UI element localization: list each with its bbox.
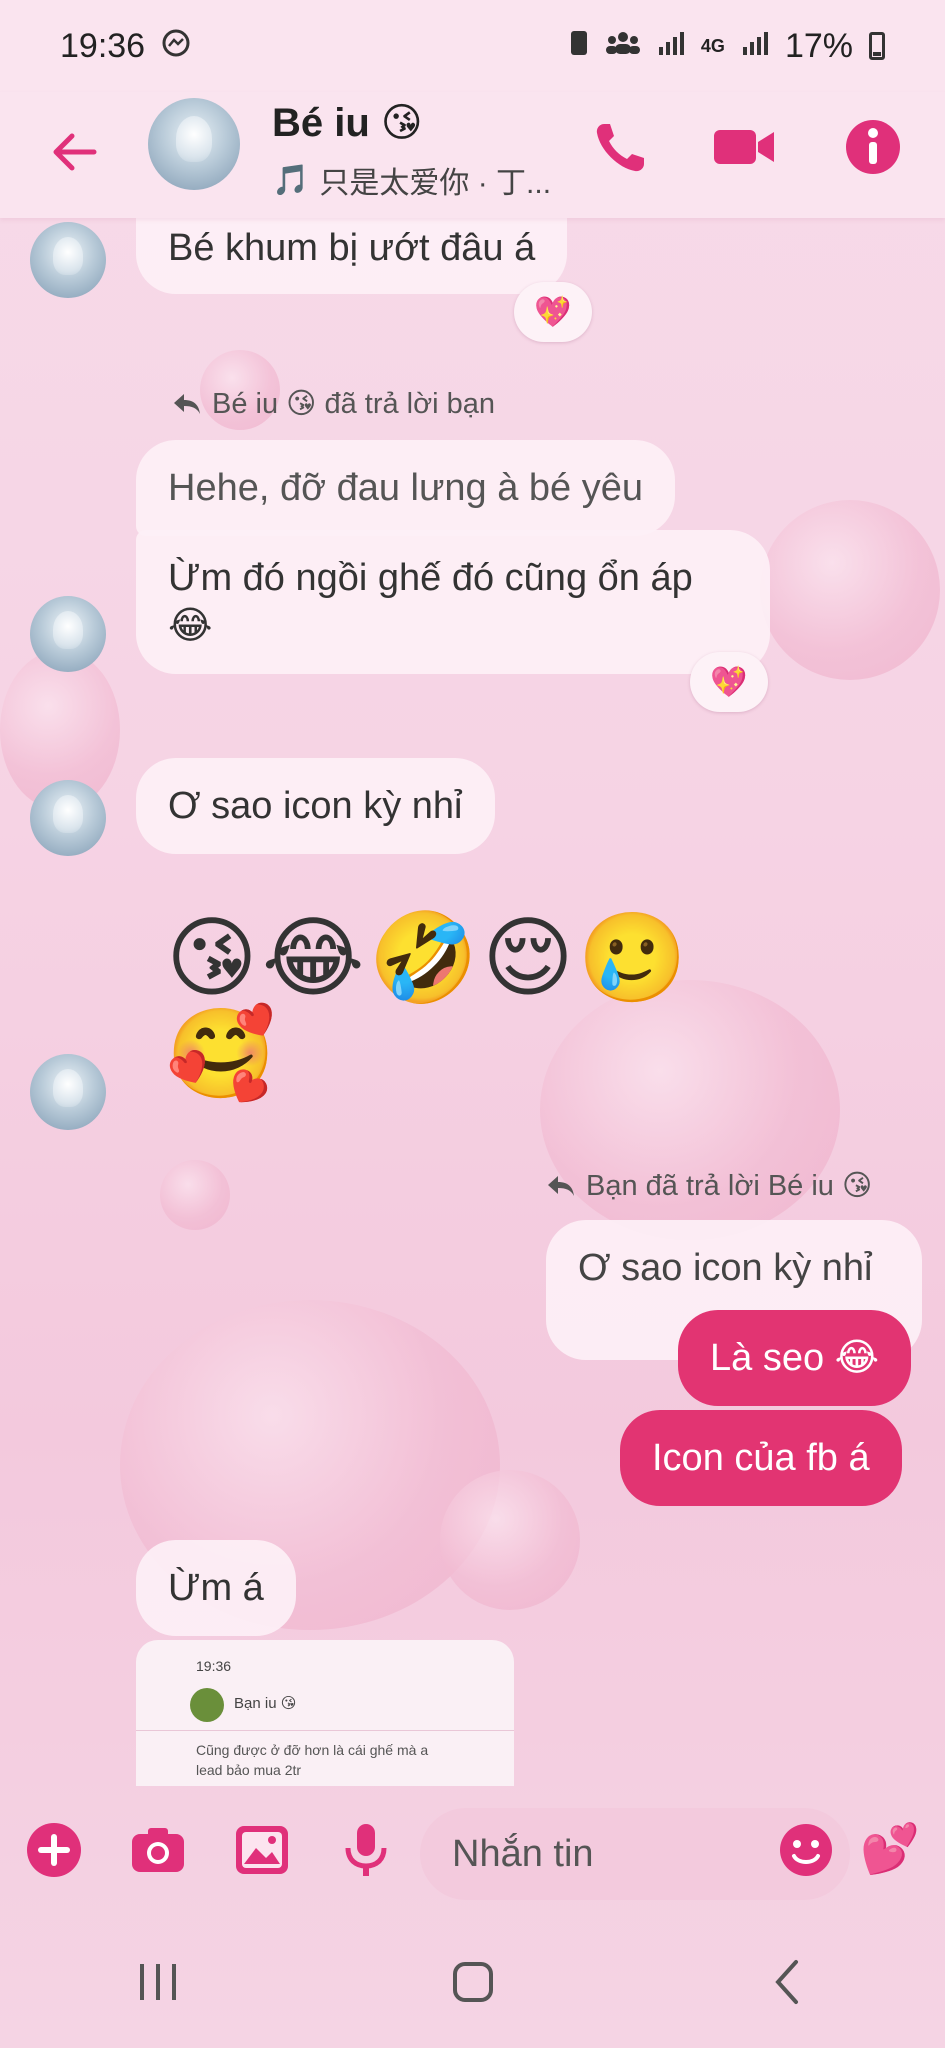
now-playing[interactable]: 🎵 只是太爱你 · 丁...: [272, 158, 551, 202]
gallery-icon[interactable]: [232, 1820, 292, 1880]
video-call-icon[interactable]: [712, 116, 774, 178]
message-bubble[interactable]: Ơ sao icon kỳ nhỉ: [136, 758, 495, 854]
home-icon[interactable]: [443, 1952, 503, 2012]
emoji-line: 😘😂🤣😌🥲: [166, 908, 692, 1007]
message-bubble[interactable]: Icon của fb á: [620, 1410, 902, 1506]
contact-avatar[interactable]: [148, 98, 240, 190]
message-reaction[interactable]: 💖: [690, 652, 768, 712]
shared-image-divider: [136, 1730, 514, 1731]
network-type: 4G: [700, 36, 725, 56]
message-input-placeholder: Nhắn tin: [452, 1832, 594, 1875]
message-composer: Nhắn tin 💕: [0, 1796, 945, 1916]
message-text: Ơ sao icon kỳ nhỉ: [168, 785, 463, 827]
system-navigation-bar: [0, 1916, 945, 2048]
emoji-picker-icon[interactable]: [776, 1820, 836, 1880]
now-playing-text: 只是太爱你 · 丁...: [319, 167, 552, 200]
message-text: Ơ sao icon kỳ nhỉ: [578, 1247, 873, 1289]
background-heart: [440, 1470, 580, 1610]
contact-name[interactable]: Bé iu 😘: [272, 100, 423, 146]
emoji-line: 🥰: [166, 1004, 280, 1103]
battery-percent: 17%: [784, 26, 853, 65]
sim-icon: [569, 29, 589, 64]
contact-avatar[interactable]: [30, 596, 106, 672]
reply-label: Bạn đã trả lời Bé iu 😘: [546, 1168, 872, 1203]
info-icon[interactable]: [842, 116, 904, 178]
family-icon: [605, 29, 641, 64]
music-note-icon: 🎵: [272, 163, 310, 197]
microphone-icon[interactable]: [336, 1820, 396, 1880]
plus-icon[interactable]: [24, 1820, 84, 1880]
contact-avatar[interactable]: [30, 222, 106, 298]
chat-header: Bé iu 😘 🎵 只是太爱你 · 丁...: [0, 92, 945, 218]
reply-label: Bé iu 😘 đã trả lời bạn: [172, 386, 495, 421]
message-text: Icon của fb á: [652, 1437, 870, 1479]
message-bubble[interactable]: Bé khum bị ướt đâu á: [136, 210, 568, 294]
signal-icon: [657, 29, 685, 64]
message-bubble[interactable]: Hehe, đỡ đau lưng à bé yêu: [136, 440, 676, 536]
shared-image-avatar: [190, 1688, 224, 1722]
message-reaction[interactable]: 💖: [514, 282, 592, 342]
battery-icon: [869, 32, 885, 60]
contact-avatar[interactable]: [30, 1054, 106, 1130]
message-text: Hehe, đỡ đau lưng à bé yêu: [168, 467, 644, 509]
shared-image[interactable]: 19:36 Bạn iu 😘 Cũng được ở đỡ hơn là cái…: [136, 1640, 514, 1786]
message-text: Bé khum bị ướt đâu á: [168, 227, 536, 269]
camera-icon[interactable]: [128, 1820, 188, 1880]
background-heart: [760, 500, 940, 680]
reply-arrow-icon: [174, 393, 200, 414]
phone-icon[interactable]: [590, 116, 652, 178]
back-icon[interactable]: [758, 1952, 818, 2012]
shared-image-text: Cũng được ở đỡ hơn là cái ghế mà a lead …: [196, 1742, 429, 1778]
message-text: Là seo 😂: [710, 1337, 880, 1379]
reply-arrow-icon: [548, 1175, 574, 1196]
status-bar: 19:36 4G 17%: [0, 0, 945, 92]
messenger-icon: [161, 28, 191, 65]
recent-apps-icon[interactable]: [128, 1952, 188, 2012]
message-text: Ừm đó ngồi ghế đó cũng ổn áp: [168, 557, 693, 599]
shared-image-title: Bạn iu 😘: [234, 1695, 297, 1712]
signal-icon: [741, 29, 769, 64]
quick-reaction-hearts-icon[interactable]: 💕: [860, 1820, 920, 1880]
status-time: 19:36: [60, 26, 146, 65]
message-bubble[interactable]: Là seo 😂: [678, 1310, 912, 1406]
emoji-message[interactable]: 😘😂🤣😌🥲 🥰: [166, 910, 691, 1102]
message-bubble[interactable]: Ừm đó ngồi ghế đó cũng ổn áp 😂: [136, 530, 770, 674]
reply-label-text: Bạn đã trả lời Bé iu 😘: [586, 1170, 873, 1202]
back-arrow-icon[interactable]: [46, 124, 102, 180]
message-emoji: 😂: [168, 605, 213, 647]
reply-label-text: Bé iu 😘 đã trả lời bạn: [212, 388, 496, 420]
shared-image-time: 19:36: [196, 1658, 232, 1674]
heart-reaction-icon: 💖: [710, 665, 748, 699]
contact-avatar[interactable]: [30, 780, 106, 856]
message-bubble[interactable]: Ừm á: [136, 1540, 296, 1636]
heart-reaction-icon: 💖: [534, 295, 572, 329]
background-heart: [160, 1160, 230, 1230]
message-text: Ừm á: [168, 1567, 264, 1609]
